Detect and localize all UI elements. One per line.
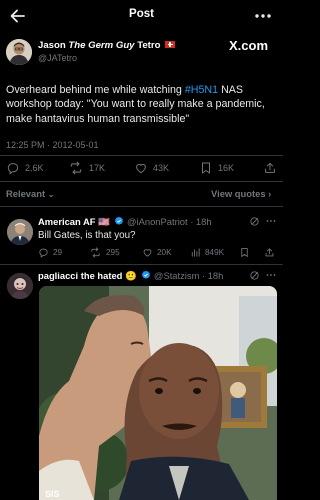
author-name[interactable]: Jason The Germ Guy Tetro: [38, 40, 176, 51]
bookmark-icon: [241, 247, 248, 257]
divider: [0, 264, 283, 265]
reply-media-image[interactable]: SIS: [39, 286, 277, 500]
views-icon: [191, 247, 200, 257]
reply-button[interactable]: 2.6K: [6, 161, 44, 175]
share-icon: [265, 162, 275, 173]
more-options-icon[interactable]: [265, 269, 277, 281]
repost-count: 17K: [89, 163, 106, 173]
us-flag-icon: 🇺🇸: [98, 216, 110, 227]
grok-icon[interactable]: [249, 270, 260, 281]
share-icon: [265, 247, 274, 256]
share-button[interactable]: [264, 246, 279, 258]
chevron-right-icon: ›: [268, 188, 272, 199]
reply-button[interactable]: 29: [38, 246, 62, 258]
like-button[interactable]: 20K: [142, 246, 172, 258]
reply-author-name: American AF: [38, 216, 96, 227]
author-handle[interactable]: @JATetro: [38, 53, 77, 63]
avatar[interactable]: [6, 39, 32, 65]
like-count: 43K: [153, 163, 170, 173]
hashtag-link[interactable]: #H5N1: [185, 84, 218, 96]
reply-text: Bill Gates, is that you?: [38, 230, 136, 241]
author-title: The Germ Guy: [68, 40, 135, 51]
reply-icon: [7, 163, 19, 175]
verified-badge-icon: [142, 270, 151, 279]
reply-author-name: pagliacci the hated: [38, 270, 123, 281]
divider: [0, 181, 283, 182]
reply-header[interactable]: American AF 🇺🇸 @iAnonPatriot · 18h: [38, 216, 212, 228]
repost-icon: [91, 246, 100, 258]
reply-handle: @Statzism · 18h: [153, 270, 224, 281]
repost-button[interactable]: 295: [89, 246, 120, 258]
media-caption: SIS: [45, 489, 60, 499]
avatar[interactable]: [7, 273, 33, 299]
grok-icon[interactable]: [249, 216, 260, 227]
sort-dropdown[interactable]: Relevant ⌄: [6, 188, 54, 199]
brand-logo: X.com: [229, 38, 269, 53]
verified-badge-icon: [115, 216, 124, 225]
post-timestamp[interactable]: 12:25 PM · 2012-05-01: [6, 140, 99, 150]
more-options-icon[interactable]: [265, 215, 277, 227]
reply-icon: [39, 248, 48, 258]
like-button[interactable]: 43K: [134, 161, 169, 175]
repost-button[interactable]: 17K: [68, 161, 105, 175]
divider: [0, 155, 283, 156]
chevron-down-icon: ⌄: [47, 190, 55, 199]
author-first-name: Jason: [38, 40, 66, 51]
page-title: Post: [129, 8, 154, 20]
heart-icon: [136, 163, 146, 174]
smile-emoji-icon: 🙂: [125, 270, 137, 281]
divider: [0, 206, 283, 207]
canada-flag-icon: [165, 41, 176, 48]
bookmark-count: 16K: [218, 163, 235, 173]
bookmark-icon: [202, 162, 210, 174]
reply-handle: @iAnonPatriot · 18h: [127, 216, 212, 227]
post-text: Overheard behind me while watching #H5N1…: [6, 84, 265, 125]
more-options-icon[interactable]: [252, 6, 274, 26]
avatar[interactable]: [7, 219, 33, 245]
heart-icon: [143, 248, 152, 257]
bookmark-button[interactable]: [239, 246, 254, 258]
views-button[interactable]: 849K: [190, 246, 224, 258]
author-surname: Tetro: [137, 40, 161, 51]
repost-icon: [70, 161, 82, 175]
share-button[interactable]: [263, 161, 282, 175]
reply-count: 2.6K: [25, 163, 44, 173]
bookmark-button[interactable]: 16K: [199, 161, 234, 175]
reply-header[interactable]: pagliacci the hated 🙂 @Statzism · 18h: [38, 270, 223, 282]
view-quotes-link[interactable]: View quotes ›: [211, 188, 271, 199]
